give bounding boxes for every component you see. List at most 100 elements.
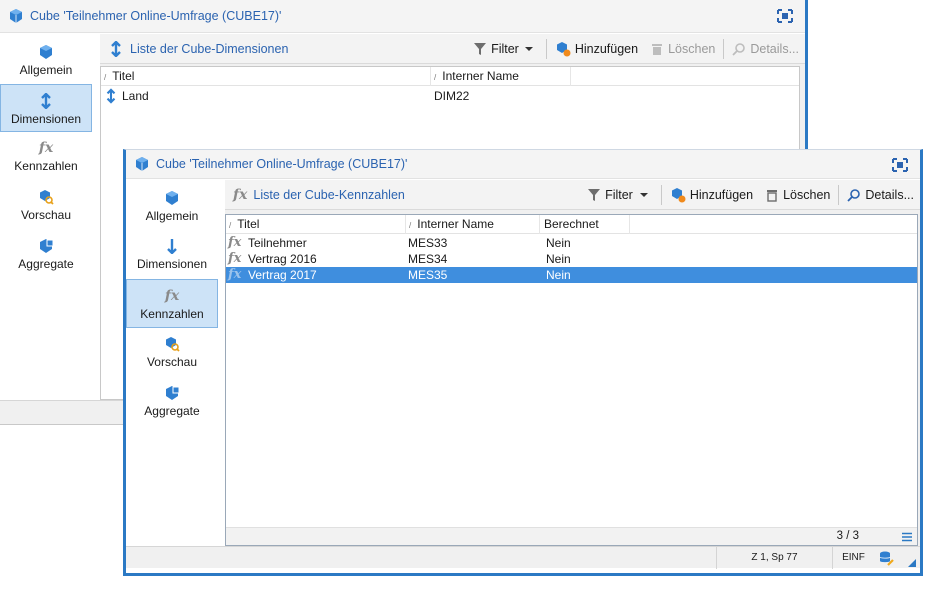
fx-icon: fx	[164, 288, 180, 304]
filter-label: Filter	[605, 187, 633, 202]
maximize-icon[interactable]	[892, 158, 908, 172]
sidebar-item-label: Allgemein	[145, 209, 199, 223]
sidebar-item-vorschau[interactable]: Vorschau	[0, 181, 92, 229]
insert-mode: EINF	[832, 547, 874, 569]
cube-icon	[166, 191, 178, 205]
details-label: Details...	[865, 187, 914, 202]
list-title: fx Liste der Cube-Kennzahlen	[233, 187, 405, 203]
preview-icon	[40, 190, 54, 205]
cell-calculated: Nein	[546, 252, 571, 266]
add-button[interactable]: Hinzufügen	[664, 184, 759, 206]
cube-icon	[136, 157, 148, 171]
column-header-title[interactable]: / Titel	[226, 215, 406, 234]
delete-button[interactable]: Löschen	[644, 38, 721, 60]
sidebar: Allgemein Dimensionen fx Kennzahlen Vors…	[0, 34, 92, 424]
status-bar: Z 1, Sp 77 EINF	[126, 546, 920, 569]
table-row[interactable]: fx Teilnehmer MES33 Nein	[226, 235, 917, 251]
filter-button[interactable]: Filter	[581, 184, 659, 206]
cell-internal-name: MES33	[408, 236, 448, 250]
fx-icon: fx	[38, 140, 54, 156]
details-button[interactable]: Details...	[841, 184, 920, 206]
resize-grip-icon[interactable]	[908, 559, 916, 567]
column-header-calculated[interactable]: Berechnet	[540, 215, 630, 234]
cube-icon	[40, 45, 52, 59]
sidebar-item-kennzahlen[interactable]: fx Kennzahlen	[0, 132, 92, 180]
sidebar-item-label: Aggregate	[144, 404, 200, 418]
cell-calculated: Nein	[546, 268, 571, 282]
measures-window: Cube 'Teilnehmer Online-Umfrage (CUBE17)…	[123, 149, 923, 576]
measures-panel: fx Liste der Cube-Kennzahlen Filter Hinz…	[225, 180, 920, 547]
title-bar: Cube 'Teilnehmer Online-Umfrage (CUBE17)…	[126, 150, 920, 179]
cell-title: Vertrag 2016	[248, 252, 317, 266]
delete-label: Löschen	[668, 41, 716, 56]
list-title-text: Liste der Cube-Kennzahlen	[253, 187, 405, 202]
details-button[interactable]: Details...	[726, 38, 805, 60]
sidebar-item-vorschau[interactable]: Vorschau	[126, 328, 218, 376]
toolbar: Liste der Cube-Dimensionen Filter Hinzuf…	[100, 34, 805, 64]
sidebar-item-dimensionen[interactable]: Dimensionen	[0, 84, 92, 132]
sidebar-item-allgemein[interactable]: Allgemein	[126, 182, 218, 230]
fx-icon: fx	[228, 235, 242, 250]
column-header-internal-name[interactable]: / Interner Name	[431, 67, 571, 86]
column-header-internal-name[interactable]: / Interner Name	[406, 215, 540, 234]
filter-icon	[588, 188, 601, 201]
toolbar-separator	[660, 184, 662, 205]
sidebar-item-label: Vorschau	[20, 208, 72, 222]
cube-icon	[10, 9, 22, 23]
window-title: Cube 'Teilnehmer Online-Umfrage (CUBE17)…	[30, 9, 282, 23]
trash-icon	[652, 43, 663, 55]
fx-icon: fx	[228, 251, 242, 266]
search-icon	[732, 42, 746, 56]
table-header: / Titel / Interner Name Berechnet	[226, 215, 917, 234]
toolbar: fx Liste der Cube-Kennzahlen Filter Hinz…	[225, 180, 920, 210]
add-icon	[556, 41, 571, 56]
dimension-arrow-icon	[41, 93, 51, 109]
cell-internal-name: MES34	[408, 252, 448, 266]
add-icon	[671, 187, 686, 202]
table-footer: 3 / 3	[226, 527, 917, 545]
toolbar-separator	[545, 38, 547, 59]
table-row[interactable]: fx Vertrag 2016 MES34 Nein	[226, 251, 917, 267]
cell-title: Teilnehmer	[248, 236, 307, 250]
add-label: Hinzufügen	[574, 41, 639, 56]
details-label: Details...	[750, 41, 799, 56]
add-button[interactable]: Hinzufügen	[549, 38, 644, 60]
column-header-title[interactable]: / Titel	[101, 67, 431, 86]
filter-button[interactable]: Filter	[467, 38, 544, 60]
sidebar-item-kennzahlen[interactable]: fx Kennzahlen	[126, 279, 218, 328]
trash-icon	[767, 189, 778, 202]
sidebar-item-aggregate[interactable]: Aggregate	[0, 230, 92, 278]
sidebar-item-allgemein[interactable]: Allgemein	[0, 36, 92, 84]
table-row[interactable]: Land DIM22	[101, 88, 799, 104]
sidebar-item-label: Dimensionen	[10, 112, 82, 126]
fx-icon: fx	[233, 186, 248, 203]
sidebar-item-dimensionen[interactable]: Dimensionen	[126, 230, 218, 278]
window-title: Cube 'Teilnehmer Online-Umfrage (CUBE17)…	[156, 157, 408, 171]
table-row-selected[interactable]: fx Vertrag 2017 MES35 Nein	[226, 267, 917, 283]
title-bar: Cube 'Teilnehmer Online-Umfrage (CUBE17)…	[0, 0, 805, 33]
add-label: Hinzufügen	[689, 187, 754, 202]
maximize-icon[interactable]	[777, 9, 793, 23]
database-icon[interactable]	[878, 550, 894, 566]
table-header: / Titel / Interner Name	[101, 67, 799, 86]
cell-title: Vertrag 2017	[248, 268, 317, 282]
toolbar-separator	[838, 184, 840, 205]
sidebar-item-label: Allgemein	[19, 63, 73, 77]
cell-calculated: Nein	[546, 236, 571, 250]
sidebar: Allgemein Dimensionen fx Kennzahlen Vors…	[126, 180, 218, 546]
delete-button[interactable]: Löschen	[759, 184, 836, 206]
list-title: Liste der Cube-Dimensionen	[108, 40, 288, 57]
aggregate-icon	[40, 239, 54, 253]
sidebar-item-aggregate[interactable]: Aggregate	[126, 377, 218, 425]
dimension-arrow-icon	[106, 88, 116, 104]
toolbar-separator	[723, 38, 725, 59]
dimension-arrow-icon	[111, 40, 121, 57]
cell-title: Land	[122, 89, 149, 103]
filter-icon	[474, 42, 487, 55]
cursor-position: Z 1, Sp 77	[716, 547, 832, 569]
dimension-arrow-icon	[167, 239, 177, 254]
delete-label: Löschen	[783, 187, 831, 202]
menu-icon[interactable]	[902, 532, 912, 542]
sidebar-item-label: Vorschau	[146, 355, 198, 369]
cell-internal-name: MES35	[408, 268, 448, 282]
